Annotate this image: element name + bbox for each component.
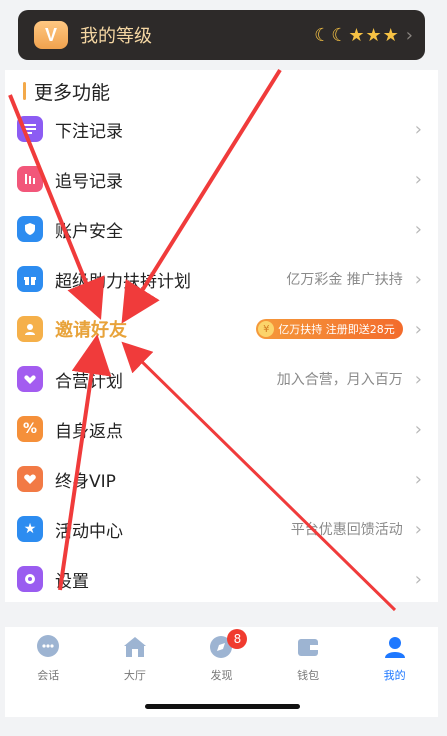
menu-item-label: 账户安全 <box>55 221 123 242</box>
tab-label: 发现 <box>210 669 233 682</box>
menu-item-subtitle: 平台优惠回馈活动 <box>290 522 403 538</box>
promo-text: 亿万扶持 注册即送28元 <box>278 323 395 336</box>
home-indicator <box>145 704 300 709</box>
menu-item-label: 合营计划 <box>55 371 123 392</box>
my-level-title: 我的等级 <box>80 26 152 47</box>
menu-item-label: 终身VIP <box>55 471 116 492</box>
menu-item-account-security[interactable]: 账户安全 › <box>5 204 438 254</box>
chevron-right-icon: › <box>414 218 422 240</box>
menu-item-label: 自身返点 <box>55 421 123 442</box>
feature-menu: 下注记录 › 追号记录 › 账户安全 › 超级助力扶持计划 亿万彩金 推广扶持 <box>5 104 438 604</box>
menu-item-activity-center[interactable]: ★ 活动中心 平台优惠回馈活动 › <box>5 504 438 554</box>
user-icon <box>381 633 409 661</box>
menu-item-subtitle: 亿万彩金 推广扶持 <box>286 272 403 288</box>
wallet-icon <box>294 633 322 661</box>
home-icon <box>121 633 149 661</box>
tab-label: 大厅 <box>123 669 146 682</box>
star-icon: ★ <box>17 516 43 542</box>
chevron-right-icon: › <box>414 518 422 540</box>
tab-label: 我的 <box>383 669 406 682</box>
menu-item-partnership[interactable]: 合营计划 加入合营，月入百万 › <box>5 354 438 404</box>
menu-item-rebate[interactable]: % 自身返点 › <box>5 404 438 454</box>
tab-discover[interactable]: 8 发现 <box>178 629 265 691</box>
gift-icon <box>17 266 43 292</box>
tab-mine[interactable]: 我的 <box>351 633 438 691</box>
menu-item-bet-records[interactable]: 下注记录 › <box>5 104 438 154</box>
chevron-right-icon: › <box>414 168 422 190</box>
menu-item-label: 设置 <box>55 571 89 592</box>
notification-badge: 8 <box>227 629 248 649</box>
vip-v-icon: V <box>34 21 68 49</box>
chevron-right-icon: › <box>414 318 422 340</box>
percent-icon: % <box>17 416 43 442</box>
chevron-right-icon: › <box>414 418 422 440</box>
menu-item-label: 追号记录 <box>55 171 123 192</box>
handshake-icon <box>17 366 43 392</box>
menu-item-lifetime-vip[interactable]: 终身VIP › <box>5 454 438 504</box>
menu-item-label: 超级助力扶持计划 <box>55 271 191 292</box>
chevron-right-icon: › <box>414 568 422 590</box>
chevron-right-icon: › <box>414 468 422 490</box>
tab-label: 钱包 <box>297 669 320 682</box>
menu-item-subtitle: 加入合营，月入百万 <box>276 372 403 388</box>
menu-item-invite-friends[interactable]: 邀请好友 ¥ 亿万扶持 注册即送28元 › <box>5 304 438 354</box>
menu-item-chase-records[interactable]: 追号记录 › <box>5 154 438 204</box>
section-title: 更多功能 <box>34 81 111 104</box>
top-area: V 我的等级 ☾☾★★★ › <box>0 0 447 70</box>
tab-chat[interactable]: 会话 <box>5 633 92 691</box>
chat-icon <box>34 633 62 661</box>
menu-item-label: 下注记录 <box>55 121 123 142</box>
chevron-right-icon: › <box>414 268 422 290</box>
person-icon <box>17 316 43 342</box>
more-features-panel: 更多功能 下注记录 › 追号记录 › 账户安全 › 超级助力扶持计划 亿万彩金 … <box>5 70 438 602</box>
menu-item-support-plan[interactable]: 超级助力扶持计划 亿万彩金 推广扶持 › <box>5 254 438 304</box>
list-icon <box>17 116 43 142</box>
chevron-right-icon: › <box>414 118 422 140</box>
chevron-right-icon: › <box>414 368 422 390</box>
bars-icon <box>17 166 43 192</box>
heart-icon <box>17 466 43 492</box>
my-level-card[interactable]: V 我的等级 ☾☾★★★ › <box>18 10 425 60</box>
tab-wallet[interactable]: 钱包 <box>265 633 352 691</box>
chevron-right-icon: › <box>405 24 413 46</box>
section-accent-bar <box>23 82 26 100</box>
menu-item-settings[interactable]: 设置 › <box>5 554 438 604</box>
menu-item-label: 活动中心 <box>55 521 123 542</box>
tab-label: 会话 <box>37 669 60 682</box>
coin-icon: ¥ <box>258 321 275 337</box>
section-header: 更多功能 <box>23 78 110 104</box>
menu-item-label: 邀请好友 <box>55 320 127 341</box>
promo-badge: ¥ 亿万扶持 注册即送28元 <box>256 319 403 339</box>
gear-icon <box>17 566 43 592</box>
level-badges: ☾☾★★★ <box>314 24 400 46</box>
tab-lobby[interactable]: 大厅 <box>92 633 179 691</box>
shield-icon <box>17 216 43 242</box>
